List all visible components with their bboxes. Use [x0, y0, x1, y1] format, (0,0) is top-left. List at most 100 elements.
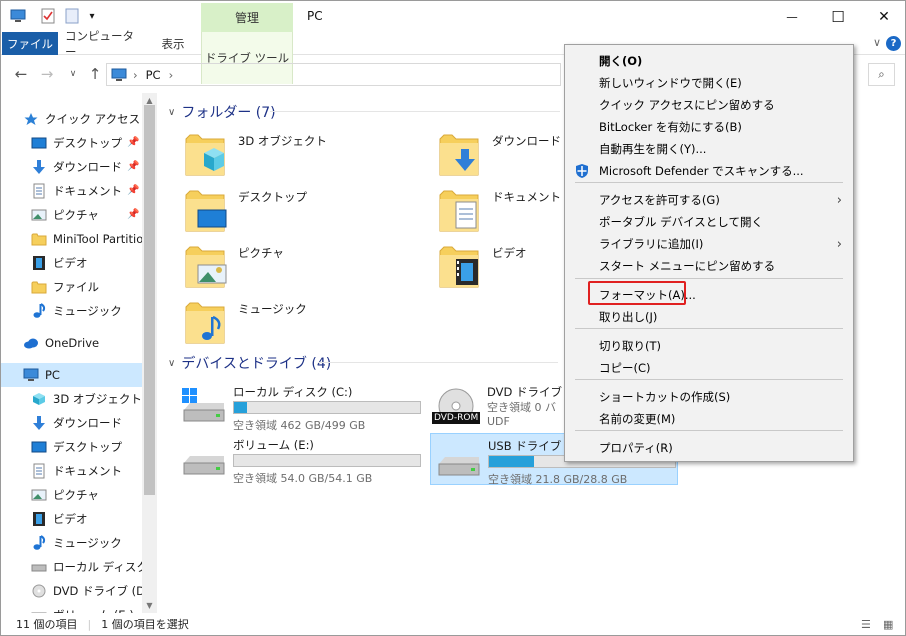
pin-icon[interactable]: 📌: [127, 209, 139, 220]
nav-item[interactable]: デスクトップ: [1, 435, 142, 459]
pin-icon[interactable]: 📌: [127, 161, 139, 172]
nav-item[interactable]: DVD ドライブ (D:): [1, 579, 142, 603]
nav-item[interactable]: デスクトップ 📌: [1, 131, 142, 155]
nav-scroll-thumb[interactable]: [144, 105, 155, 495]
drive-usage-fill: [234, 402, 248, 413]
manage-tab[interactable]: 管理: [201, 3, 293, 32]
nav-item[interactable]: 3D オブジェクト: [1, 387, 142, 411]
folder-label: ドキュメント: [492, 190, 561, 204]
drives-header-label: デバイスとドライブ (4): [181, 356, 332, 372]
drive-item[interactable]: ボリューム (E:) 空き領域 54.0 GB/54.1 GB: [176, 433, 424, 485]
context-menu-item[interactable]: BitLocker を有効にする(B): [566, 116, 852, 138]
menu-separator: [575, 328, 843, 329]
new-folder-icon[interactable]: [63, 7, 81, 25]
back-arrow-icon[interactable]: ←: [11, 64, 31, 84]
nav-item[interactable]: ビデオ: [1, 507, 142, 531]
search-icon[interactable]: ⌕: [868, 63, 895, 86]
menu-item-label: ライブラリに追加(I): [599, 237, 704, 251]
properties-icon[interactable]: [39, 7, 57, 25]
download-icon: [31, 159, 47, 175]
folder-item[interactable]: ミュージック: [184, 299, 307, 348]
drives-group-header[interactable]: ∨ デバイスとドライブ (4): [168, 353, 331, 373]
recent-locations-icon[interactable]: ∨: [63, 64, 83, 84]
video-icon: [31, 255, 47, 271]
pin-icon[interactable]: 📌: [127, 185, 139, 196]
nav-item[interactable]: ダウンロード 📌: [1, 155, 142, 179]
context-menu-item[interactable]: スタート メニューにピン留めする: [566, 255, 852, 277]
customize-toolbar-icon[interactable]: ▾: [83, 7, 101, 25]
menu-item-label: Microsoft Defender でスキャンする...: [599, 164, 804, 178]
context-menu-item[interactable]: アクセスを許可する(G) ›: [566, 189, 852, 211]
tab-file[interactable]: ファイル: [2, 32, 58, 55]
context-menu-item[interactable]: ショートカットの作成(S): [566, 386, 852, 408]
menu-item-label: ポータブル デバイスとして開く: [599, 215, 763, 229]
context-menu-item[interactable]: クイック アクセスにピン留めする: [566, 94, 852, 116]
folder-item[interactable]: デスクトップ: [184, 187, 307, 236]
drive-icon: [180, 439, 228, 482]
divider: [318, 362, 558, 363]
address-bar[interactable]: › PC ›: [106, 63, 561, 86]
nav-item[interactable]: ピクチャ 📌: [1, 203, 142, 227]
minimize-button[interactable]: —: [769, 1, 815, 32]
nav-item[interactable]: MiniTool Partitio: [1, 227, 142, 251]
expand-ribbon-icon[interactable]: ∨: [873, 36, 881, 49]
pin-icon[interactable]: 📌: [127, 137, 139, 148]
folders-group-header[interactable]: ∨ フォルダー (7): [168, 102, 276, 122]
nav-item[interactable]: ローカル ディスク (C: [1, 555, 142, 579]
drive-item[interactable]: ローカル ディスク (C:) 空き領域 462 GB/499 GB: [176, 380, 424, 432]
nav-item[interactable]: ボリューム (E:): [1, 603, 142, 613]
tab-computer[interactable]: コンピューター: [65, 29, 135, 59]
up-arrow-icon[interactable]: ↑: [85, 64, 105, 84]
nav-item[interactable]: ダウンロード: [1, 411, 142, 435]
context-menu-item[interactable]: 切り取り(T): [566, 335, 852, 357]
context-menu-item[interactable]: ライブラリに追加(I) ›: [566, 233, 852, 255]
context-menu-item[interactable]: Microsoft Defender でスキャンする...: [566, 160, 852, 182]
close-button[interactable]: ✕: [861, 1, 906, 32]
nav-item[interactable]: ドキュメント 📌: [1, 179, 142, 203]
context-menu-item[interactable]: ポータブル デバイスとして開く: [566, 211, 852, 233]
nav-item[interactable]: PC: [1, 363, 142, 387]
nav-item-label: デスクトップ: [53, 136, 122, 150]
folder-item[interactable]: ダウンロード: [438, 131, 561, 180]
context-menu-item[interactable]: 名前の変更(M): [566, 408, 852, 430]
nav-item[interactable]: ビデオ: [1, 251, 142, 275]
nav-item-label: ピクチャ: [53, 208, 99, 222]
breadcrumb-pc[interactable]: PC: [146, 68, 161, 82]
menu-item-label: アクセスを許可する(G): [599, 193, 720, 207]
drive-icon: [435, 440, 483, 483]
folder-item[interactable]: 3D オブジェクト: [184, 131, 327, 180]
folder-item[interactable]: ビデオ: [438, 243, 527, 292]
details-view-icon[interactable]: ☰: [861, 618, 871, 631]
context-menu-item[interactable]: コピー(C): [566, 357, 852, 379]
drive-name: ローカル ディスク (C:): [233, 385, 353, 399]
music-icon: [31, 303, 47, 319]
folder-item[interactable]: ピクチャ: [184, 243, 284, 292]
context-menu-item[interactable]: 開く(O): [566, 50, 852, 72]
nav-item-label: ダウンロード: [53, 160, 122, 174]
nav-item[interactable]: ピクチャ: [1, 483, 142, 507]
tab-view[interactable]: 表示: [151, 32, 195, 55]
context-menu-item[interactable]: 自動再生を開く(Y)...: [566, 138, 852, 160]
context-menu-item[interactable]: プロパティ(R): [566, 437, 852, 459]
context-menu-item[interactable]: 新しいウィンドウで開く(E): [566, 72, 852, 94]
forward-arrow-icon[interactable]: →: [37, 64, 57, 84]
nav-item[interactable]: ミュージック: [1, 531, 142, 555]
nav-item-label: デスクトップ: [53, 440, 122, 454]
folder-label: 3D オブジェクト: [238, 134, 327, 148]
drive-usage-bar: [233, 454, 421, 467]
folder-item[interactable]: ドキュメント: [438, 187, 561, 236]
context-menu-item[interactable]: 取り出し(J): [566, 306, 852, 328]
disk-icon: [31, 559, 47, 575]
nav-item[interactable]: ファイル: [1, 275, 142, 299]
breadcrumb-separator: ›: [133, 67, 138, 82]
nav-item[interactable]: ミュージック: [1, 299, 142, 323]
nav-item[interactable]: OneDrive: [1, 331, 142, 355]
nav-item[interactable]: クイック アクセス: [1, 107, 142, 131]
help-icon[interactable]: ?: [886, 36, 901, 51]
maximize-button[interactable]: ☐: [815, 1, 861, 32]
video-icon: [31, 511, 47, 527]
scroll-down-icon[interactable]: ▼: [142, 599, 157, 611]
large-icons-view-icon[interactable]: ▦: [883, 618, 893, 631]
nav-item[interactable]: ドキュメント: [1, 459, 142, 483]
menu-item-label: スタート メニューにピン留めする: [599, 259, 776, 273]
